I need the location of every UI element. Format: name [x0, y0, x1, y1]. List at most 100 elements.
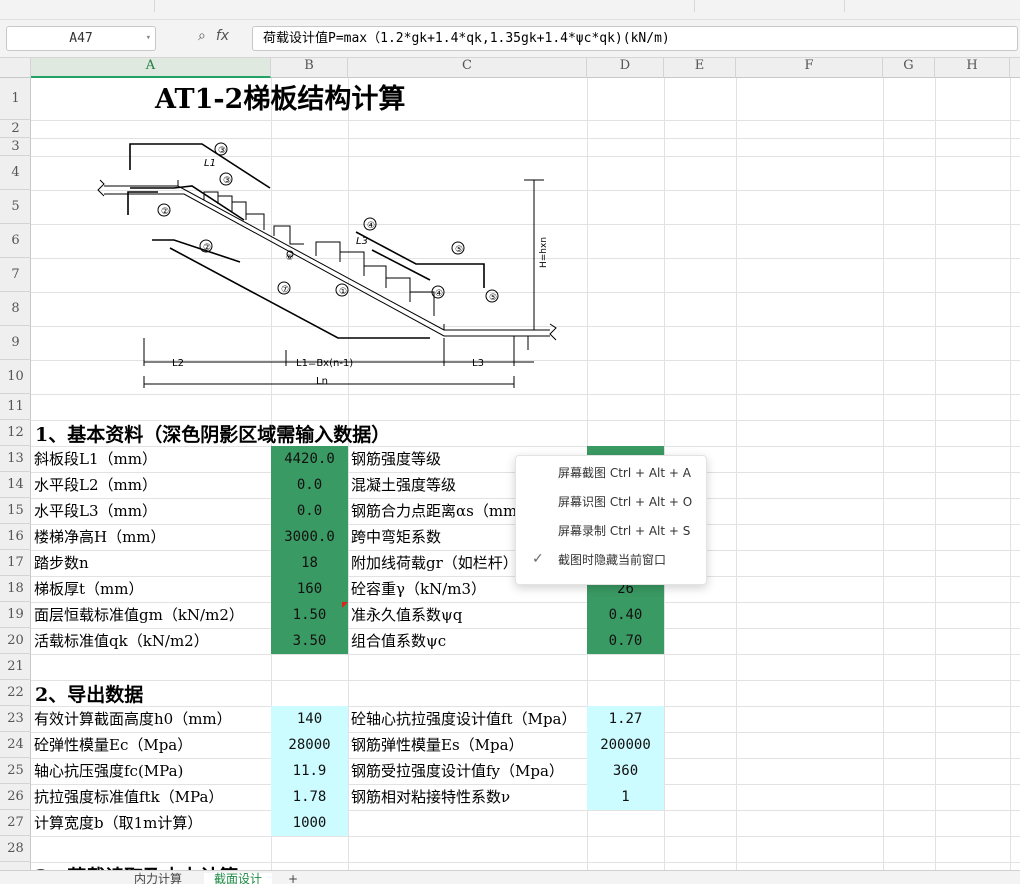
strip-seg — [155, 0, 695, 12]
input-label-2: 组合值系数ψc — [351, 632, 447, 650]
output-value-cell[interactable]: 28000 — [271, 732, 348, 758]
tab-section-design[interactable]: 截面设计 — [204, 873, 273, 884]
output-value-cell[interactable]: 11.9 — [271, 758, 348, 784]
row-header[interactable]: 15 — [0, 498, 31, 524]
screenshot-context-menu: 屏幕截图 Ctrl + Alt + A 屏幕识图 Ctrl + Alt + O … — [515, 455, 707, 585]
strip-seg — [0, 0, 155, 12]
dim-l1: L1=Bx(n-1) — [296, 358, 353, 369]
menu-item-screenshot[interactable]: 屏幕截图 Ctrl + Alt + A — [516, 464, 706, 492]
callout-7: ⑦ — [281, 285, 289, 295]
col-header-d[interactable]: D — [587, 58, 664, 78]
row-header[interactable]: 13 — [0, 446, 31, 472]
input-label: 水平段L2（mm） — [34, 476, 157, 494]
input-value-cell[interactable]: 1.50 — [271, 602, 348, 628]
input-value-cell-2[interactable]: 0.70 — [587, 628, 664, 654]
rebar-4 — [371, 249, 431, 281]
output-label: 抗拉强度标准值ftk（MPa） — [34, 788, 224, 806]
row-header[interactable]: 24 — [0, 732, 31, 758]
input-value-cell[interactable]: 160 — [271, 576, 348, 602]
row-header[interactable]: 12 — [0, 420, 31, 446]
row-header[interactable]: 25 — [0, 758, 31, 784]
row-header[interactable]: 21 — [0, 654, 31, 680]
col-header-h[interactable]: H — [935, 58, 1010, 78]
top-strip — [0, 0, 1020, 20]
row-header[interactable]: 9 — [0, 326, 31, 360]
row-header[interactable]: 8 — [0, 292, 31, 326]
grid-hline — [31, 120, 1020, 121]
input-value-cell[interactable]: 3.50 — [271, 628, 348, 654]
row-header[interactable]: 7 — [0, 258, 31, 292]
output-value-cell-2[interactable]: 200000 — [587, 732, 664, 758]
col-header-f[interactable]: F — [736, 58, 883, 78]
row-header[interactable]: 10 — [0, 360, 31, 394]
row-header[interactable]: 11 — [0, 394, 31, 420]
col-header-g[interactable]: G — [883, 58, 935, 78]
input-value-cell[interactable]: 3000.0 — [271, 524, 348, 550]
output-value-cell[interactable]: 1.78 — [271, 784, 348, 810]
menu-item-screen-ocr[interactable]: 屏幕识图 Ctrl + Alt + O — [516, 493, 706, 521]
chevron-down-icon[interactable]: ▾ — [146, 27, 151, 50]
rebar-5 — [355, 231, 485, 288]
row-header[interactable]: 14 — [0, 472, 31, 498]
output-value-cell-2[interactable]: 1 — [587, 784, 664, 810]
name-box[interactable]: A47 ▾ — [6, 26, 156, 51]
select-all-corner[interactable] — [0, 58, 31, 78]
input-label: 楼梯净高H（mm） — [34, 528, 166, 546]
input-value-cell[interactable]: 4420.0 — [271, 446, 348, 472]
input-value-cell[interactable]: 0.0 — [271, 472, 348, 498]
callout-3b: ③ — [223, 176, 231, 186]
row-header[interactable]: 3 — [0, 138, 31, 156]
formula-input[interactable]: 荷载设计值P=max（1.2*gk+1.4*qk,1.35gk+1.4*ψc*q… — [252, 26, 1018, 51]
callout-2b: ② — [203, 243, 211, 253]
col-header-b[interactable]: B — [271, 58, 348, 78]
slab-bottom — [104, 193, 550, 337]
input-label: 梯板厚t（mm） — [34, 580, 144, 598]
row-header[interactable]: 2 — [0, 120, 31, 138]
col-header-e[interactable]: E — [664, 58, 736, 78]
section-1-heading: 1、基本资料（深色阴影区域需输入数据） — [35, 424, 391, 446]
tab-internal-force[interactable]: 内力计算 — [124, 873, 192, 884]
row-header[interactable]: 16 — [0, 524, 31, 550]
dim-l3: L3 — [472, 358, 484, 369]
input-value-cell-2[interactable]: 0.40 — [587, 602, 664, 628]
row-header[interactable]: 23 — [0, 706, 31, 732]
label-l3: L3 — [356, 236, 368, 247]
output-value-cell-2[interactable]: 1.27 — [587, 706, 664, 732]
row-header[interactable]: 20 — [0, 628, 31, 654]
output-value-cell-2[interactable]: 360 — [587, 758, 664, 784]
row-header[interactable]: 19 — [0, 602, 31, 628]
input-label: 活载标准值qk（kN/m2） — [34, 632, 209, 650]
rebar-2 — [152, 239, 241, 263]
row-header[interactable]: 26 — [0, 784, 31, 810]
row-header[interactable]: 28 — [0, 836, 31, 862]
row-header[interactable]: 17 — [0, 550, 31, 576]
grid-vline — [736, 78, 737, 884]
output-label-2: 钢筋相对粘接特性系数ν — [351, 788, 511, 806]
row-header[interactable]: 5 — [0, 190, 31, 224]
row-headers: 1 2 3 4 5 6 7 8 9 10 11 12 13 14 15 16 1… — [0, 78, 31, 884]
col-header-a[interactable]: A — [31, 58, 271, 78]
row-header[interactable]: 27 — [0, 810, 31, 836]
col-header-c[interactable]: C — [348, 58, 587, 78]
callout-4b: ④ — [435, 289, 443, 299]
output-label-2: 砼轴心抗拉强度设计值ft（Mpa） — [351, 710, 577, 728]
zoom-icon[interactable]: ⌕ — [198, 28, 206, 44]
input-value-cell[interactable]: 0.0 — [271, 498, 348, 524]
input-label: 面层恒载标准值gm（kN/m2） — [34, 606, 244, 624]
callout-5a: ⑤ — [455, 245, 463, 255]
row-header[interactable]: 4 — [0, 156, 31, 190]
menu-item-hide-window[interactable]: ✓ 截图时隐藏当前窗口 — [516, 551, 706, 579]
add-sheet-button[interactable]: + — [278, 873, 308, 884]
output-value-cell[interactable]: 140 — [271, 706, 348, 732]
sheet-tab-bar: 内力计算 截面设计 + — [0, 870, 1020, 884]
row-header[interactable]: 22 — [0, 680, 31, 706]
menu-item-screen-record[interactable]: 屏幕录制 Ctrl + Alt + S — [516, 522, 706, 550]
output-value-cell[interactable]: 1000 — [271, 810, 348, 836]
row-header[interactable]: 18 — [0, 576, 31, 602]
row-header[interactable]: 1 — [0, 78, 31, 120]
input-value-cell[interactable]: 18 — [271, 550, 348, 576]
fx-icon[interactable]: fx — [216, 28, 229, 44]
input-label-2: 准永久值系数ψq — [351, 606, 463, 624]
row-header[interactable]: 6 — [0, 224, 31, 258]
callout-2a: ② — [161, 207, 169, 217]
